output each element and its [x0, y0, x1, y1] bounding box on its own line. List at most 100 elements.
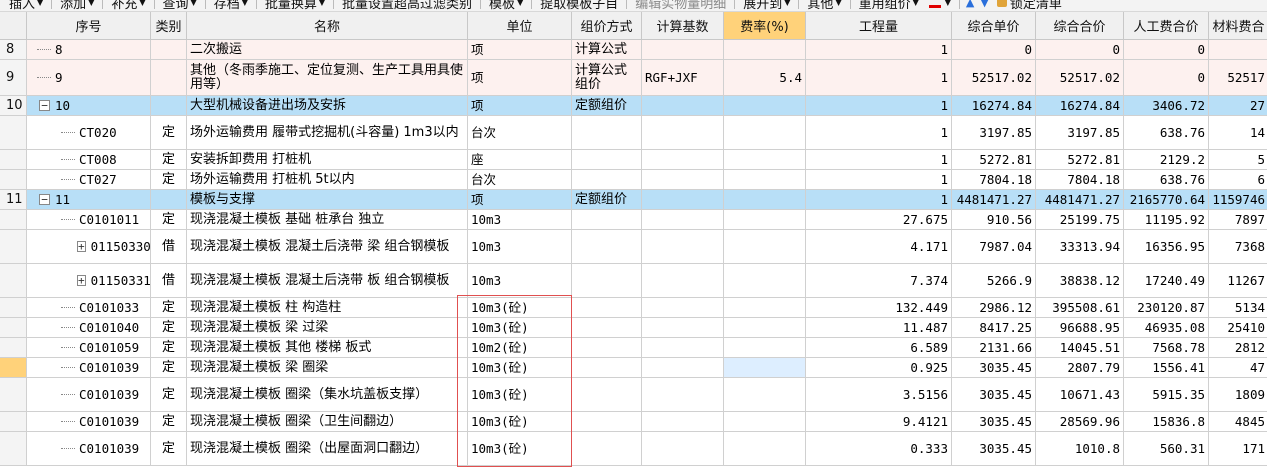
- table-row[interactable]: 8 8 二次搬运项计算公式 1 0 0 0: [0, 40, 1267, 60]
- cell-base[interactable]: [642, 412, 724, 432]
- cell-material[interactable]: 1809: [1209, 378, 1267, 412]
- table-row[interactable]: +01150331 借现浇混凝土模板 混凝土后浇带 板 组合钢模板 10m3 7.37…: [0, 264, 1267, 298]
- cell-name[interactable]: 现浇混凝土模板 梁 过梁: [187, 318, 468, 338]
- cell-price[interactable]: 0: [952, 40, 1036, 60]
- row-number[interactable]: [0, 150, 27, 170]
- cell-rate[interactable]: [724, 412, 806, 432]
- cell-method[interactable]: [572, 432, 642, 466]
- column-header-code[interactable]: 序号: [27, 12, 151, 40]
- toolbar-item-7[interactable]: 模板 ▼: [484, 0, 528, 11]
- table-row[interactable]: 11−11 模板与支撑项定额组价 1 4481471.27 4481471.27 2165…: [0, 190, 1267, 210]
- cell-material[interactable]: 171: [1209, 432, 1267, 466]
- cell-price[interactable]: 4481471.27: [952, 190, 1036, 210]
- cell-labor[interactable]: 3406.72: [1124, 96, 1209, 116]
- column-header-labor[interactable]: 人工费合价: [1124, 12, 1209, 40]
- cell-unit[interactable]: 10m3(砼): [468, 358, 572, 378]
- color-picker-button[interactable]: ▼: [924, 0, 956, 8]
- cell-total[interactable]: 0: [1036, 40, 1124, 60]
- cell-method[interactable]: [572, 298, 642, 318]
- cell-unit[interactable]: 台次: [468, 116, 572, 150]
- table-row[interactable]: C0101039 定现浇混凝土模板 圈梁（集水坑盖板支撑） 10m3(砼) 3.515…: [0, 378, 1267, 412]
- cell-method[interactable]: [572, 210, 642, 230]
- toolbar-item-11[interactable]: 其他 ▼: [802, 0, 846, 11]
- expand-icon[interactable]: +: [77, 241, 86, 252]
- table-row[interactable]: 9 9 其他（冬雨季施工、定位复测、生产工具用具使用等）项计算公式组价 RGF+JXF…: [0, 60, 1267, 96]
- cell-base[interactable]: [642, 210, 724, 230]
- cell-rate[interactable]: [724, 96, 806, 116]
- cell-code[interactable]: −11: [27, 190, 151, 210]
- row-number[interactable]: 10: [0, 96, 27, 116]
- cell-type[interactable]: 定: [151, 318, 187, 338]
- cell-total[interactable]: 10671.43: [1036, 378, 1124, 412]
- cell-type[interactable]: 定: [151, 412, 187, 432]
- cell-unit[interactable]: 台次: [468, 170, 572, 190]
- cell-unit[interactable]: 座: [468, 150, 572, 170]
- row-number[interactable]: [0, 378, 27, 412]
- cell-total[interactable]: 2807.79: [1036, 358, 1124, 378]
- row-number[interactable]: [0, 230, 27, 264]
- cell-method[interactable]: [572, 338, 642, 358]
- table-row[interactable]: CT008 定安装拆卸费用 打桩机座 1 5272.81 5272.81 2129.2 5: [0, 150, 1267, 170]
- cell-code[interactable]: CT020: [27, 116, 151, 150]
- cell-base[interactable]: [642, 40, 724, 60]
- cell-type[interactable]: 借: [151, 230, 187, 264]
- cell-name[interactable]: 现浇混凝土模板 混凝土后浇带 梁 组合钢模板: [187, 230, 468, 264]
- column-header-base[interactable]: 计算基数: [642, 12, 724, 40]
- cell-unit[interactable]: 10m3(砼): [468, 378, 572, 412]
- cell-code[interactable]: CT027: [27, 170, 151, 190]
- cell-labor[interactable]: 5915.35: [1124, 378, 1209, 412]
- table-row[interactable]: CT027 定场外运输费用 打桩机 5t以内 台次 1 7804.18 7804.18 63…: [0, 170, 1267, 190]
- cell-rate[interactable]: [724, 338, 806, 358]
- cell-total[interactable]: 3197.85: [1036, 116, 1124, 150]
- toolbar-item-4[interactable]: 存档 ▼: [209, 0, 253, 11]
- cell-type[interactable]: 定: [151, 116, 187, 150]
- cell-code[interactable]: C0101039: [27, 412, 151, 432]
- cell-base[interactable]: [642, 264, 724, 298]
- cell-total[interactable]: 25199.75: [1036, 210, 1124, 230]
- row-number[interactable]: [0, 116, 27, 150]
- cell-name[interactable]: 二次搬运: [187, 40, 468, 60]
- cell-price[interactable]: 3197.85: [952, 116, 1036, 150]
- toolbar-item-10[interactable]: 展开到 ▼: [738, 0, 795, 11]
- cell-type[interactable]: [151, 96, 187, 116]
- column-header-name[interactable]: 名称: [187, 12, 468, 40]
- cell-total[interactable]: 7804.18: [1036, 170, 1124, 190]
- cell-name[interactable]: 现浇混凝土模板 圈梁（出屋面洞口翻边）: [187, 432, 468, 466]
- cell-base[interactable]: [642, 338, 724, 358]
- toolbar-item-6[interactable]: 批量设置超高过滤类别: [337, 0, 477, 11]
- cell-base[interactable]: [642, 378, 724, 412]
- cell-rate[interactable]: [724, 210, 806, 230]
- cell-base[interactable]: [642, 170, 724, 190]
- cell-method[interactable]: 定额组价: [572, 190, 642, 210]
- toolbar-item-9[interactable]: 编辑实物量明细: [630, 0, 731, 11]
- cell-base[interactable]: [642, 230, 724, 264]
- cell-material[interactable]: 4845: [1209, 412, 1267, 432]
- cell-method[interactable]: 计算公式组价: [572, 60, 642, 96]
- cell-price[interactable]: 3035.45: [952, 432, 1036, 466]
- cell-qty[interactable]: 132.449: [806, 298, 952, 318]
- cell-base[interactable]: [642, 432, 724, 466]
- cell-base[interactable]: [642, 150, 724, 170]
- cell-material[interactable]: 5134: [1209, 298, 1267, 318]
- cell-base[interactable]: [642, 190, 724, 210]
- move-up-icon[interactable]: ▲: [963, 0, 977, 9]
- cell-material[interactable]: 47: [1209, 358, 1267, 378]
- cell-unit[interactable]: 10m3: [468, 230, 572, 264]
- cell-price[interactable]: 7987.04: [952, 230, 1036, 264]
- cell-type[interactable]: 借: [151, 264, 187, 298]
- row-number[interactable]: [0, 432, 27, 466]
- cell-unit[interactable]: 项: [468, 60, 572, 96]
- cell-total[interactable]: 96688.95: [1036, 318, 1124, 338]
- cell-rate[interactable]: 5.4: [724, 60, 806, 96]
- cell-material[interactable]: 6: [1209, 170, 1267, 190]
- cell-total[interactable]: 16274.84: [1036, 96, 1124, 116]
- cell-method[interactable]: [572, 150, 642, 170]
- cell-total[interactable]: 14045.51: [1036, 338, 1124, 358]
- cell-qty[interactable]: 0.925: [806, 358, 952, 378]
- toolbar-item-12[interactable]: 重用组价 ▼: [854, 0, 924, 11]
- cell-price[interactable]: 2131.66: [952, 338, 1036, 358]
- cell-qty[interactable]: 1: [806, 170, 952, 190]
- cell-base[interactable]: [642, 96, 724, 116]
- cell-method[interactable]: [572, 378, 642, 412]
- cell-type[interactable]: 定: [151, 150, 187, 170]
